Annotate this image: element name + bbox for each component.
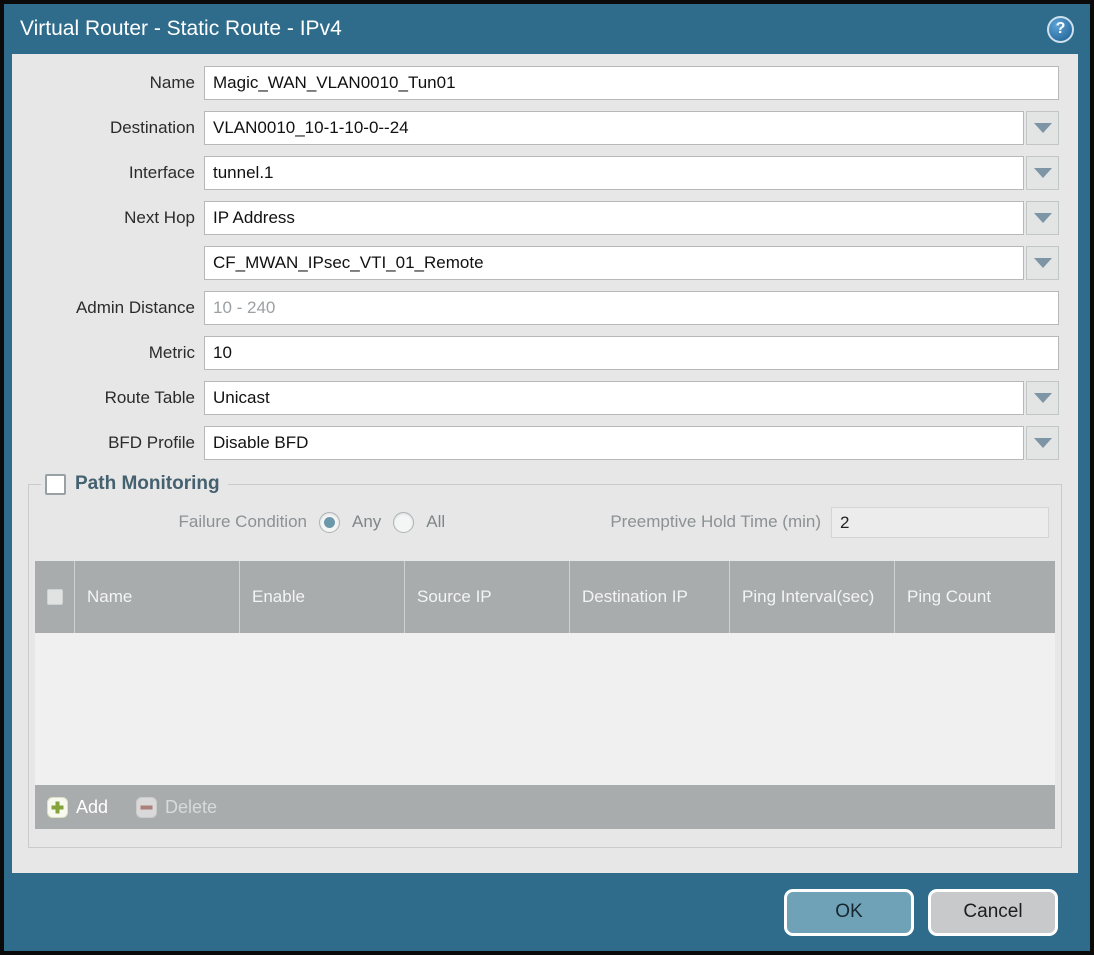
form-row-route-table: Route Table Unicast — [12, 381, 1059, 415]
metric-input[interactable]: 10 — [204, 336, 1059, 370]
column-header-name[interactable]: Name — [75, 561, 240, 633]
chevron-down-icon — [1033, 213, 1052, 223]
title-bar: Virtual Router - Static Route - IPv4 ? — [4, 4, 1090, 54]
interface-label: Interface — [128, 163, 195, 182]
add-button-label: Add — [76, 796, 109, 817]
failure-condition-all-radio[interactable] — [393, 511, 415, 533]
bfd-profile-label: BFD Profile — [108, 433, 195, 452]
destination-dropdown-button[interactable] — [1026, 111, 1059, 145]
name-input[interactable]: Magic_WAN_VLAN0010_Tun01 — [204, 66, 1059, 100]
delete-button-label: Delete — [165, 796, 218, 817]
path-monitoring-title: Path Monitoring — [75, 473, 220, 494]
form-row-destination: Destination VLAN0010_10-1-10-0--24 — [12, 111, 1059, 145]
form-row-bfd-profile: BFD Profile Disable BFD — [12, 426, 1059, 460]
next-hop-address-input[interactable]: CF_MWAN_IPsec_VTI_01_Remote — [204, 246, 1024, 280]
form-row-metric: Metric 10 — [12, 336, 1059, 370]
failure-condition-any-label: Any — [352, 512, 382, 531]
dialog-content: Name Magic_WAN_VLAN0010_Tun01 Destinatio… — [12, 54, 1078, 873]
failure-condition-any-radio[interactable] — [319, 511, 340, 533]
bfd-profile-dropdown-button[interactable] — [1026, 426, 1059, 460]
chevron-down-icon — [1033, 258, 1052, 268]
route-table-dropdown-button[interactable] — [1026, 381, 1059, 415]
dialog-title: Virtual Router - Static Route - IPv4 — [20, 17, 342, 40]
name-label: Name — [149, 73, 195, 92]
form-row-name: Name Magic_WAN_VLAN0010_Tun01 — [12, 66, 1059, 100]
table-footer: Add Delete — [35, 785, 1055, 829]
bfd-profile-input[interactable]: Disable BFD — [204, 426, 1024, 460]
form-row-interface: Interface tunnel.1 — [12, 156, 1059, 190]
plus-icon — [47, 796, 68, 818]
next-hop-dropdown-button[interactable] — [1026, 201, 1059, 235]
next-hop-type-input[interactable]: IP Address — [204, 201, 1024, 235]
form-row-next-hop-address: CF_MWAN_IPsec_VTI_01_Remote — [12, 246, 1059, 280]
preemptive-hold-time-label: Preemptive Hold Time (min) — [610, 512, 821, 531]
next-hop-label: Next Hop — [124, 208, 195, 227]
cancel-button[interactable]: Cancel — [928, 888, 1058, 936]
table-header-row: Name Enable Source IP Destination IP Pin… — [35, 561, 1055, 633]
route-table-label: Route Table — [104, 388, 195, 407]
column-header-ping-interval[interactable]: Ping Interval(sec) — [730, 561, 895, 633]
minus-icon — [136, 796, 158, 818]
chevron-down-icon — [1033, 393, 1052, 403]
failure-condition-all-label: All — [426, 512, 446, 531]
interface-input[interactable]: tunnel.1 — [204, 156, 1024, 190]
chevron-down-icon — [1033, 168, 1052, 178]
column-header-ping-count[interactable]: Ping Count — [895, 561, 1055, 633]
static-route-dialog: Virtual Router - Static Route - IPv4 ? N… — [4, 4, 1090, 951]
table-body-empty — [35, 633, 1055, 785]
add-button[interactable]: Add — [47, 796, 109, 818]
form-row-admin-distance: Admin Distance 10 - 240 — [12, 291, 1059, 325]
column-header-destination-ip[interactable]: Destination IP — [570, 561, 730, 633]
route-table-input[interactable]: Unicast — [204, 381, 1024, 415]
column-header-source-ip[interactable]: Source IP — [405, 561, 570, 633]
next-hop-address-dropdown-button[interactable] — [1026, 246, 1059, 280]
admin-distance-input[interactable]: 10 - 240 — [204, 291, 1059, 325]
failure-condition-label: Failure Condition — [178, 512, 307, 531]
form-row-next-hop: Next Hop IP Address — [12, 201, 1059, 235]
path-monitoring-section: Path Monitoring Failure Condition Any Al… — [28, 473, 1062, 848]
path-monitoring-table: Name Enable Source IP Destination IP Pin… — [35, 561, 1055, 829]
help-icon[interactable]: ? — [1047, 15, 1074, 43]
admin-distance-label: Admin Distance — [75, 298, 195, 317]
column-header-enable[interactable]: Enable — [240, 561, 405, 633]
path-monitoring-legend: Path Monitoring — [41, 473, 228, 495]
chevron-down-icon — [1033, 123, 1052, 133]
failure-condition-row: Failure Condition Any All Preemptive Hol… — [35, 505, 1049, 539]
destination-input[interactable]: VLAN0010_10-1-10-0--24 — [204, 111, 1024, 145]
delete-button[interactable]: Delete — [136, 796, 218, 818]
interface-dropdown-button[interactable] — [1026, 156, 1059, 190]
path-monitoring-checkbox[interactable] — [45, 473, 66, 495]
chevron-down-icon — [1033, 438, 1052, 448]
ok-button[interactable]: OK — [784, 888, 914, 936]
dialog-footer: OK Cancel — [4, 873, 1090, 951]
table-select-all-cell — [35, 561, 75, 633]
select-all-checkbox[interactable] — [46, 589, 63, 605]
destination-label: Destination — [109, 118, 195, 137]
metric-label: Metric — [148, 343, 195, 362]
preemptive-hold-time-input[interactable]: 2 — [831, 506, 1049, 538]
